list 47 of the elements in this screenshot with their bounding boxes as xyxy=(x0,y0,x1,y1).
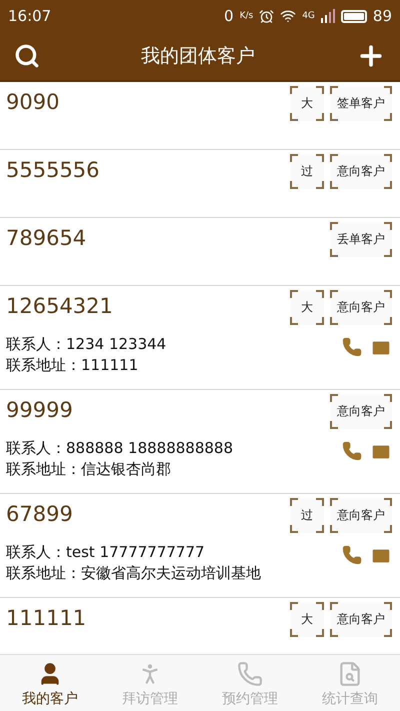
network-type: 4G xyxy=(302,11,315,21)
customer-tag: 大 xyxy=(290,290,324,325)
battery-level: 89 xyxy=(372,7,392,25)
contact-person: 联系人：1234 123344 xyxy=(6,335,168,354)
customer-tag: 大 xyxy=(290,86,324,121)
search-icon[interactable] xyxy=(14,43,40,69)
contact-address: 联系地址：信达银杏尚郡 xyxy=(6,460,172,479)
clock-time: 16:07 xyxy=(8,7,52,25)
customer-row[interactable]: 99999 意向客户 联系人：888888 18888888888 联系地址：信达银杏尚郡 xyxy=(0,390,400,494)
customer-name: 5555556 xyxy=(6,157,101,182)
customer-name: 111111 xyxy=(6,605,88,630)
phone-icon[interactable] xyxy=(342,441,362,461)
customer-name: 9090 xyxy=(6,89,60,114)
customer-tag: 意向客户 xyxy=(330,394,392,429)
customer-name: 67899 xyxy=(6,501,74,526)
customer-tag: 意向客户 xyxy=(330,498,392,533)
contact-person: 联系人：test 17777777777 xyxy=(6,543,206,562)
customer-tag: 丢单客户 xyxy=(330,222,392,257)
customer-tag: 意向客户 xyxy=(330,290,392,325)
customer-tag: 签单客户 xyxy=(330,86,392,121)
alarm-icon xyxy=(259,8,274,24)
customer-tag: 大 xyxy=(290,602,324,637)
customer-row[interactable]: 67899 过 意向客户 联系人：test 17777777777 联系地址：安徽省高尔夫运动培训基地 xyxy=(0,494,400,598)
customer-name: 12654321 xyxy=(6,293,114,318)
customer-tag: 过 xyxy=(290,154,324,189)
page-title: 我的团体客户 xyxy=(140,44,256,69)
nav-tab[interactable]: 我的客户 xyxy=(0,655,100,711)
customer-tag: 意向客户 xyxy=(330,602,392,637)
customer-row[interactable]: 5555556 过 意向客户 xyxy=(0,150,400,218)
customer-tag: 过 xyxy=(290,498,324,533)
phone-icon[interactable] xyxy=(342,545,362,565)
customer-row[interactable]: 789654 丢单客户 xyxy=(0,218,400,286)
customer-name: 99999 xyxy=(6,397,74,422)
battery-icon xyxy=(340,10,367,22)
contact-person: 联系人：888888 18888888888 xyxy=(6,439,234,458)
contact-address: 联系地址：安徽省高尔夫运动培训基地 xyxy=(6,564,262,583)
wifi-icon xyxy=(280,8,296,24)
customer-name: 789654 xyxy=(6,225,88,250)
contact-address: 联系地址：111111 xyxy=(6,356,140,375)
customer-row[interactable]: 9090 大 签单客户 xyxy=(0,82,400,150)
phone-icon xyxy=(237,661,263,687)
signal-icon xyxy=(320,9,335,23)
customer-row[interactable]: 12654321 大 意向客户 联系人：1234 123344 联系地址：111111 xyxy=(0,286,400,390)
speed-unit: K/s xyxy=(240,11,254,21)
phone-icon[interactable] xyxy=(342,337,362,357)
network-speed: 0 xyxy=(224,7,234,25)
customer-tag: 意向客户 xyxy=(330,154,392,189)
